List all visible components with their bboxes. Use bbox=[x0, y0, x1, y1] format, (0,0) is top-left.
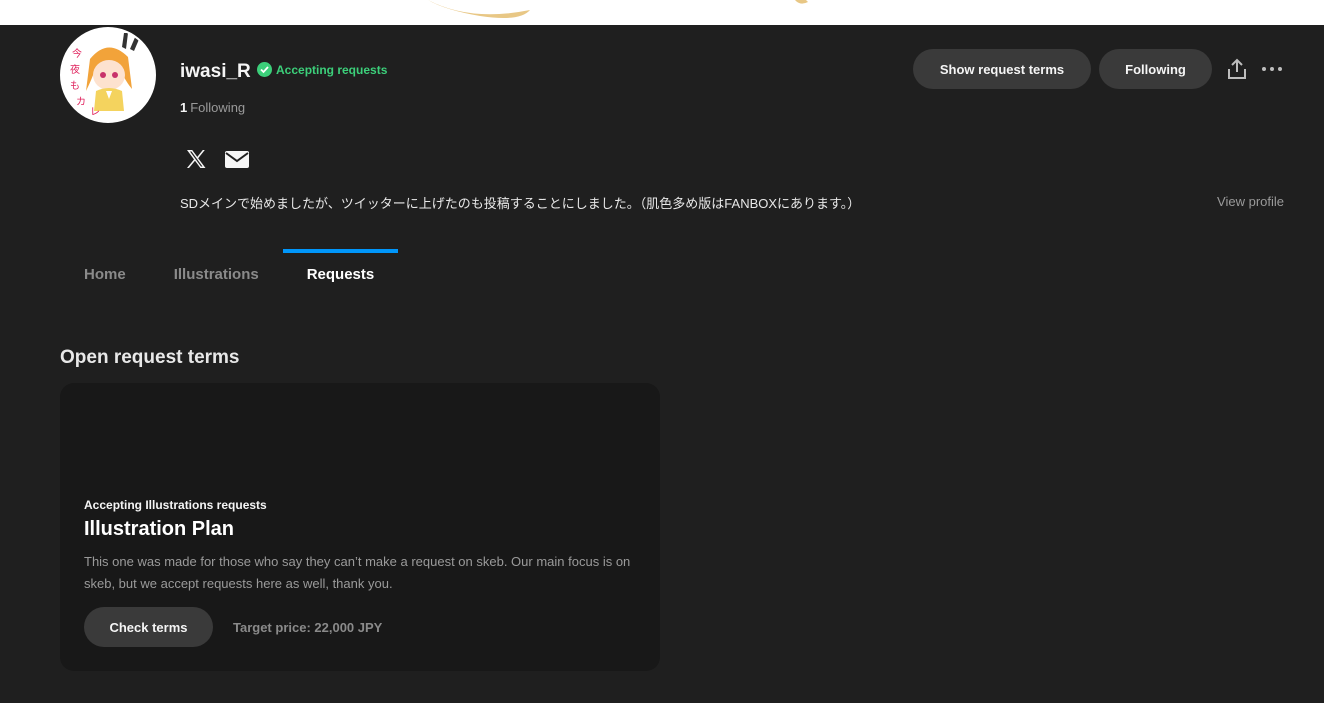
profile-bio: SDメインで始めましたが、ツイッターに上げたのも投稿することにしました。（肌色多… bbox=[180, 196, 861, 211]
mail-icon[interactable] bbox=[224, 147, 249, 171]
card-kicker: Accepting Illustrations requests bbox=[84, 498, 267, 512]
avatar[interactable]: 今 夜 も カ レ bbox=[60, 27, 156, 123]
following-count[interactable]: 1 Following bbox=[180, 100, 245, 115]
view-profile-link[interactable]: View profile bbox=[1217, 194, 1284, 209]
svg-text:も: も bbox=[70, 80, 80, 92]
more-options-icon[interactable] bbox=[1261, 58, 1283, 80]
following-count-label: Following bbox=[190, 100, 246, 115]
svg-text:レ: レ bbox=[90, 107, 100, 118]
svg-text:カ: カ bbox=[76, 96, 86, 108]
check-terms-button[interactable]: Check terms bbox=[84, 607, 213, 647]
profile-cover-image bbox=[0, 0, 1324, 25]
following-count-number: 1 bbox=[180, 100, 188, 115]
following-button[interactable]: Following bbox=[1099, 49, 1212, 89]
card-description: This one was made for those who say they… bbox=[84, 554, 631, 591]
accepting-requests-label: Accepting requests bbox=[276, 62, 388, 77]
svg-text:夜: 夜 bbox=[70, 63, 80, 76]
tab-requests[interactable]: Requests bbox=[282, 249, 399, 299]
target-price: Target price: 22,000 JPY bbox=[233, 620, 383, 635]
accepting-requests-badge[interactable]: Accepting requests bbox=[257, 61, 387, 78]
svg-text:今: 今 bbox=[72, 47, 82, 60]
username: iwasi_R bbox=[180, 61, 251, 82]
share-icon[interactable] bbox=[1226, 58, 1248, 80]
profile-main: 今 夜 も カ レ iwasi_R Accepting requests 1 Fo… bbox=[0, 25, 1324, 703]
profile-tabs: Home Illustrations Requests bbox=[60, 249, 398, 299]
request-plan-card: Accepting Illustrations requests Illustr… bbox=[60, 383, 660, 671]
section-title: Open request terms bbox=[60, 347, 240, 368]
social-links bbox=[184, 147, 249, 171]
tab-home[interactable]: Home bbox=[60, 249, 150, 299]
request-status-icon bbox=[257, 62, 272, 77]
show-request-terms-button[interactable]: Show request terms bbox=[913, 49, 1091, 89]
card-title: Illustration Plan bbox=[84, 518, 235, 540]
x-icon[interactable] bbox=[184, 147, 208, 171]
tab-illustrations[interactable]: Illustrations bbox=[150, 249, 283, 299]
